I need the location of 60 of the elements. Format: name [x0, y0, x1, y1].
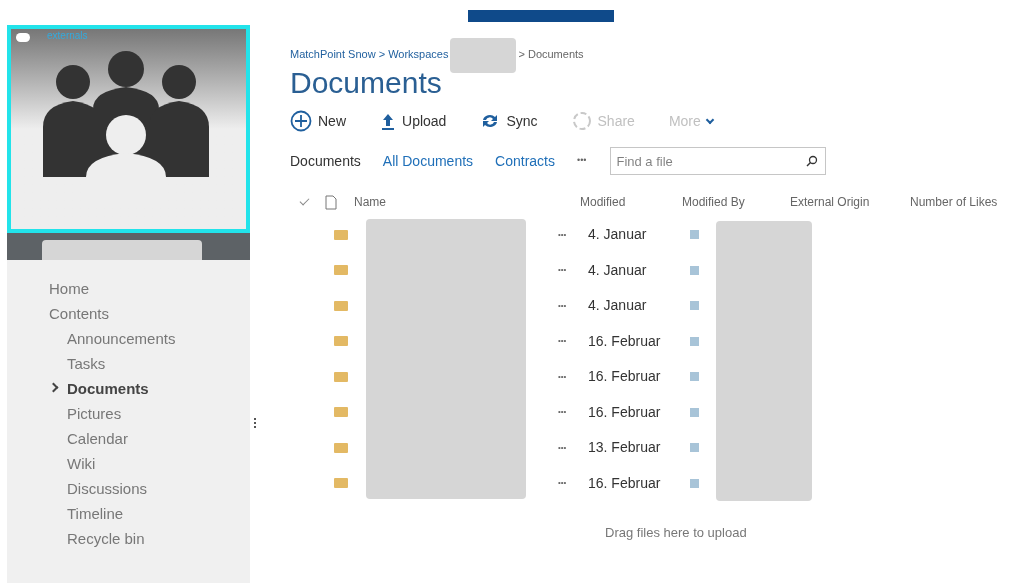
row-menu[interactable]: •••	[558, 228, 588, 241]
row-menu[interactable]: •••	[558, 441, 588, 454]
folder-icon	[334, 442, 348, 453]
more-views[interactable]: •••	[577, 154, 587, 168]
view-tab[interactable]: Contracts	[495, 150, 555, 172]
redaction-block	[450, 37, 517, 73]
nav-link[interactable]: Documents	[67, 378, 149, 401]
nav-link[interactable]: Discussions	[67, 478, 148, 501]
nav-link[interactable]: Timeline	[67, 503, 124, 526]
nav-link[interactable]: Home	[49, 278, 89, 301]
drop-hint: Drag files here to upload	[605, 524, 748, 542]
row-menu[interactable]: •••	[558, 477, 588, 490]
upload-icon	[380, 112, 396, 130]
row-menu[interactable]: •••	[558, 335, 588, 348]
toolbar-button[interactable]: New	[290, 110, 346, 132]
modified-date: 16. Februar	[588, 402, 662, 422]
folder-icon	[334, 336, 348, 347]
row-menu[interactable]: •••	[558, 406, 588, 419]
column-header[interactable]: External Origin	[790, 193, 910, 211]
toolbar-button[interactable]: Upload	[380, 110, 447, 132]
breadcrumb-link[interactable]: MatchPoint Snow > Workspaces	[290, 45, 449, 63]
view-tab[interactable]: Documents	[290, 150, 361, 172]
nav-link[interactable]: Calendar	[67, 428, 128, 451]
search-field[interactable]: Find a file	[610, 147, 827, 175]
column-header[interactable]: Modified By	[682, 193, 790, 211]
breadcrumb-current: > Documents	[518, 46, 584, 62]
row-menu[interactable]: •••	[558, 299, 588, 312]
search-icon	[806, 155, 819, 167]
modified-date: 16. Februar	[588, 367, 662, 387]
page-title: Documents	[290, 66, 443, 100]
nav-link[interactable]: Announcements	[67, 328, 176, 351]
share-icon	[571, 111, 592, 131]
folder-icon	[334, 478, 348, 489]
modified-date: 16. Februar	[588, 331, 662, 351]
nav-link[interactable]: Recycle bin	[67, 528, 145, 551]
column-header[interactable]: Modified	[580, 193, 682, 211]
folder-icon	[334, 371, 348, 382]
row-menu[interactable]: •••	[558, 264, 588, 277]
modified-date: 13. Februar	[588, 438, 662, 458]
modified-date: 4. Januar	[588, 225, 648, 245]
folder-icon	[334, 265, 348, 276]
toolbar-button[interactable]: Sync	[480, 110, 538, 132]
nav-link[interactable]: Tasks	[67, 353, 106, 376]
folder-icon	[334, 407, 348, 418]
column-header[interactable]: Number of Likes	[910, 193, 998, 211]
folder-icon	[334, 229, 348, 240]
logo-label: externals	[47, 31, 88, 41]
plus-circle-icon	[290, 110, 312, 132]
modified-date: 16. Februar	[588, 473, 662, 493]
nav-link[interactable]: Wiki	[67, 453, 96, 476]
column-header[interactable]: Name	[354, 193, 580, 211]
nav-link[interactable]: Pictures	[67, 403, 122, 426]
nav-link[interactable]: Contents	[49, 303, 110, 326]
folder-icon	[334, 300, 348, 311]
view-tab[interactable]: All Documents	[382, 150, 474, 172]
modified-date: 4. Januar	[588, 296, 648, 316]
row-menu[interactable]: •••	[558, 370, 588, 383]
document-icon	[325, 194, 337, 210]
modified-date: 4. Januar	[588, 260, 648, 280]
resize-handle-icon[interactable]	[254, 418, 256, 428]
